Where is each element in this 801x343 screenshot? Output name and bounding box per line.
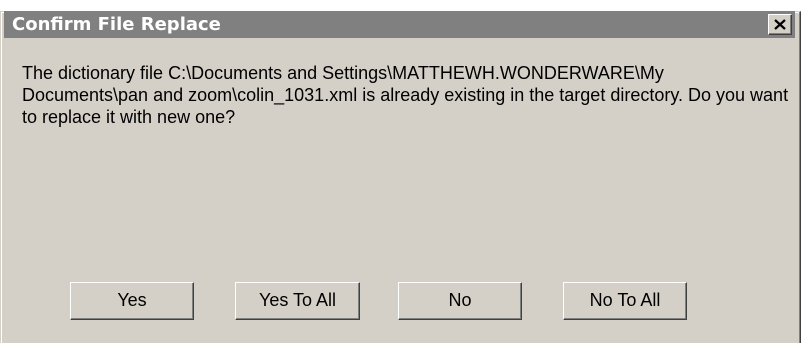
- dialog-title: Confirm File Replace: [12, 14, 221, 35]
- dialog-message: The dictionary file C:\Documents and Set…: [22, 63, 789, 127]
- yes-button[interactable]: Yes: [70, 282, 194, 320]
- yes-to-all-button[interactable]: Yes To All: [235, 282, 360, 320]
- title-bar[interactable]: Confirm File Replace: [4, 11, 795, 38]
- no-to-all-button[interactable]: No To All: [563, 282, 687, 320]
- no-button[interactable]: No: [398, 282, 522, 320]
- close-icon: [774, 19, 786, 30]
- close-button[interactable]: [768, 14, 792, 35]
